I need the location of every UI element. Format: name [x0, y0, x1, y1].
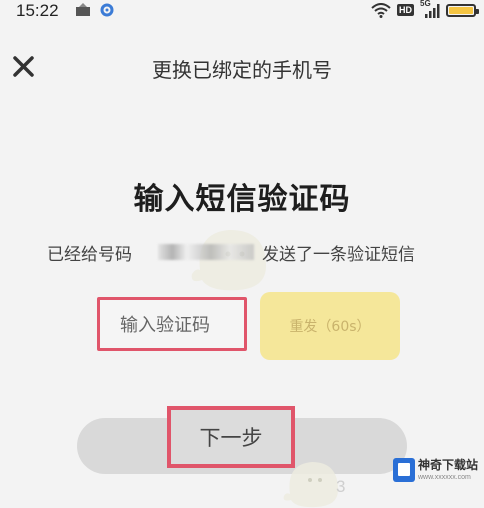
code-input-placeholder: 输入验证码 — [120, 315, 210, 336]
verification-heading: 输入短信验证码 — [133, 182, 351, 217]
battery-icon — [446, 3, 479, 17]
masked-phone-number — [158, 244, 254, 260]
page-title: 更换已绑定的手机号 — [152, 58, 332, 82]
app-notification-icon — [76, 3, 90, 16]
resend-button-label: 重发（60s） — [289, 319, 371, 335]
brand-logo-icon — [393, 458, 415, 482]
sms-sent-notice: 已经给号码 发送了一条验证短信 — [0, 238, 484, 266]
verification-code-input[interactable]: 输入验证码 — [97, 297, 247, 351]
brand-name: 神奇下载站 — [418, 458, 479, 472]
next-step-label: 下一步 — [199, 426, 263, 450]
header-bar: 更换已绑定的手机号 — [0, 48, 484, 88]
watermark-text: 3 — [336, 477, 346, 496]
gear-icon — [100, 3, 114, 17]
signal-icon — [425, 4, 440, 18]
status-right: HD 5G — [371, 0, 479, 18]
resend-code-button[interactable]: 重发（60s） — [260, 292, 400, 360]
wifi-icon — [371, 2, 391, 18]
brand-watermark: 神奇下载站 www.xxxxxx.com — [393, 458, 478, 482]
sent-prefix: 已经给号码 — [47, 245, 132, 265]
signal-indicator: 5G — [420, 0, 440, 18]
sent-suffix: 发送了一条验证短信 — [262, 245, 415, 265]
brand-url: www.xxxxxx.com — [418, 474, 471, 481]
hd-badge: HD — [397, 4, 414, 16]
status-time: 15:22 — [16, 1, 59, 20]
status-bar: 15:22 HD 5G — [0, 0, 484, 22]
mascot-watermark-icon — [283, 462, 338, 508]
next-step-highlight[interactable]: 下一步 — [167, 406, 295, 468]
